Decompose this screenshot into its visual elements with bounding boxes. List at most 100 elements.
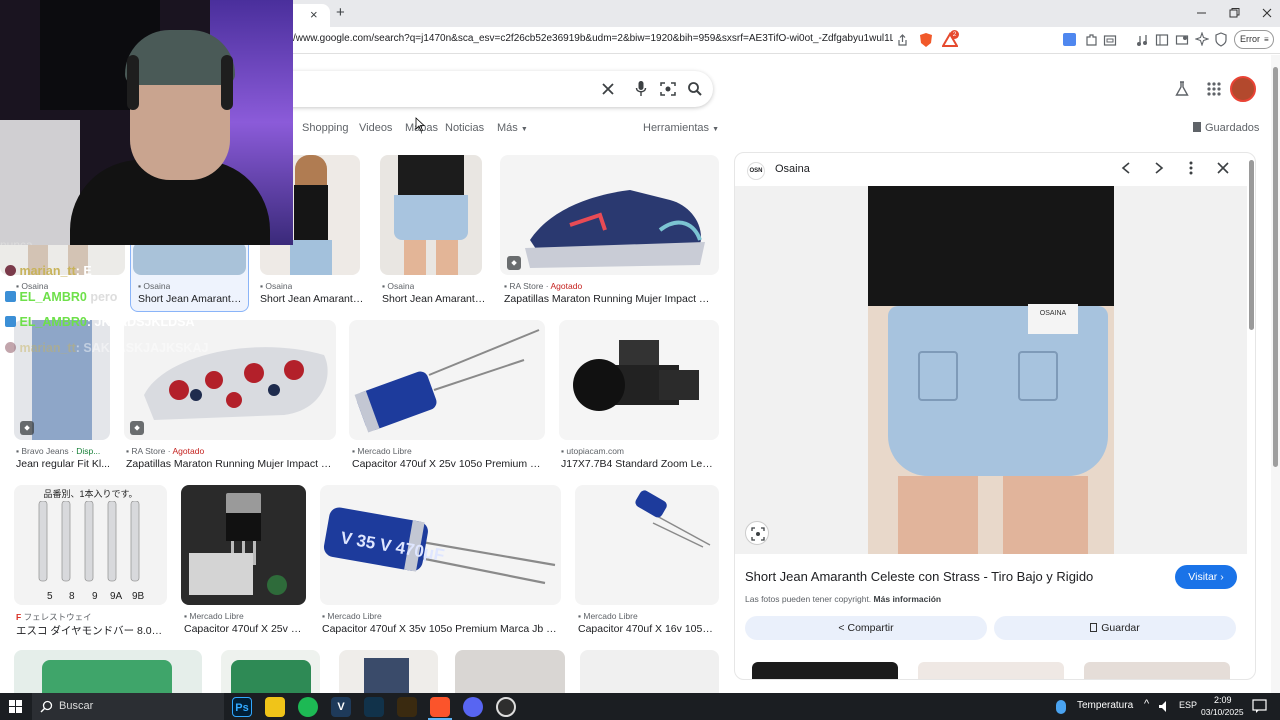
brave-shield-icon[interactable]: [919, 32, 933, 48]
extensions-icon[interactable]: [1084, 33, 1098, 47]
taskbar-search[interactable]: Buscar: [32, 693, 224, 720]
clear-search-icon[interactable]: [601, 82, 615, 96]
close-tab-icon[interactable]: ×: [310, 7, 318, 22]
panel-source[interactable]: Osaina: [775, 163, 810, 175]
photoshop-icon[interactable]: Ps: [232, 697, 252, 717]
windows-start-icon[interactable]: [9, 700, 22, 713]
clock-date[interactable]: 03/10/2025: [1201, 707, 1244, 717]
result-image[interactable]: [221, 650, 320, 693]
labs-flask-icon[interactable]: [1175, 81, 1189, 97]
page-scrollbar-thumb[interactable]: [1273, 67, 1278, 467]
translate-icon[interactable]: [1063, 33, 1076, 46]
result-image[interactable]: [575, 485, 719, 605]
related-image[interactable]: [918, 662, 1064, 679]
result-title[interactable]: Capacitor 470uf X 35v 105o Premium Marca…: [322, 623, 560, 635]
result-title[interactable]: Short Jean Amaranth ...: [138, 293, 244, 305]
result-image[interactable]: [339, 650, 438, 693]
account-avatar[interactable]: [1230, 76, 1256, 102]
sidebar-toggle-icon[interactable]: [1155, 33, 1169, 47]
next-icon[interactable]: [1154, 162, 1164, 174]
result-image[interactable]: [559, 320, 719, 440]
product-tag-icon: ⬥: [130, 421, 144, 435]
clock-time[interactable]: 2:09: [1214, 695, 1232, 705]
bookmark-icon: [1090, 623, 1098, 632]
result-title[interactable]: エスコ ダイヤモンドバー 8.0×13...: [16, 623, 168, 638]
result-title[interactable]: Zapatillas Maraton Running Mujer Impact …: [504, 293, 718, 305]
save-button[interactable]: Guardar: [994, 616, 1236, 640]
more-info-link[interactable]: Más información: [874, 594, 942, 604]
close-panel-icon[interactable]: [1217, 162, 1229, 174]
saved-link[interactable]: Guardados: [1193, 122, 1259, 134]
search-icon[interactable]: [687, 81, 703, 97]
previous-icon[interactable]: [1121, 162, 1131, 174]
result-image[interactable]: [580, 650, 719, 693]
apps-grid-icon[interactable]: [1207, 82, 1221, 96]
app-icon[interactable]: [397, 697, 417, 717]
result-title[interactable]: Zapatillas Maraton Running Mujer Impact …: [126, 458, 334, 470]
result-title[interactable]: Capacitor 470uf X 16v 105o P...: [578, 623, 718, 635]
vegas-icon[interactable]: V: [331, 697, 351, 717]
new-tab-button[interactable]: +: [336, 4, 345, 21]
result-image[interactable]: V 35 V 470μF: [320, 485, 561, 605]
address-bar[interactable]: /www.google.com/search?q=j1470n&sca_esv=…: [293, 33, 893, 44]
panel-scrollbar[interactable]: [1249, 160, 1254, 330]
lens-icon[interactable]: [745, 521, 769, 545]
result-source: ▪ Mercado Libre: [352, 446, 412, 456]
result-image[interactable]: [181, 485, 306, 605]
tools-button[interactable]: Herramientas ▼: [643, 122, 719, 134]
tab-more[interactable]: Más ▼: [497, 122, 528, 134]
result-title[interactable]: Jean regular Fit Kl...: [16, 458, 110, 470]
panel-title[interactable]: Short Jean Amaranth Celeste con Strass -…: [745, 569, 1165, 584]
result-title[interactable]: Short Jean Amaranth ...: [260, 293, 364, 305]
file-explorer-icon[interactable]: [265, 697, 285, 717]
minimize-icon[interactable]: [1196, 8, 1208, 18]
leo-ai-icon[interactable]: [1195, 32, 1209, 46]
related-image[interactable]: [1084, 662, 1230, 679]
reading-list-icon[interactable]: [1175, 33, 1189, 47]
discord-icon[interactable]: [463, 697, 483, 717]
result-image[interactable]: ⬥: [124, 320, 336, 440]
result-image[interactable]: ⬥: [14, 320, 110, 440]
result-image[interactable]: 品番別、1本入りです。 5 8 9 9A 9B: [14, 485, 167, 605]
spotify-icon[interactable]: [298, 697, 318, 717]
tab-videos[interactable]: Videos: [359, 122, 392, 134]
wallet-icon[interactable]: [1103, 33, 1117, 47]
vpn-shield-icon[interactable]: [1214, 32, 1228, 48]
result-title[interactable]: Capacitor 470uf X 25v 10...: [184, 623, 304, 635]
brave-browser-icon[interactable]: [430, 697, 450, 717]
preview-image-frame[interactable]: OSAINA: [735, 186, 1247, 554]
speaker-icon[interactable]: [1158, 700, 1171, 713]
share-page-icon[interactable]: [896, 34, 909, 47]
result-title[interactable]: Short Jean Amaranth ...: [382, 293, 486, 305]
result-image[interactable]: ⬥: [500, 155, 719, 275]
restore-icon[interactable]: [1229, 8, 1241, 18]
close-window-icon[interactable]: [1262, 8, 1272, 18]
search-box[interactable]: [260, 71, 713, 107]
more-options-icon[interactable]: [1188, 161, 1194, 175]
result-image[interactable]: [349, 320, 545, 440]
result-image[interactable]: [380, 155, 482, 275]
weather-label[interactable]: Temperatura: [1077, 700, 1133, 711]
app-icon[interactable]: [364, 697, 384, 717]
chevron-up-icon[interactable]: ^: [1144, 698, 1149, 710]
tab-news[interactable]: Noticias: [445, 122, 484, 134]
related-image[interactable]: [752, 662, 898, 679]
language-indicator[interactable]: ESP: [1179, 700, 1197, 710]
profile-error-label: Error: [1240, 34, 1260, 44]
share-button[interactable]: < Compartir: [745, 616, 987, 640]
media-icon[interactable]: [1135, 33, 1149, 47]
result-image[interactable]: [455, 650, 565, 693]
result-title[interactable]: Capacitor 470uf X 25v 105o Premium Mar..…: [352, 458, 542, 470]
profile-error-button[interactable]: Error ≡: [1234, 30, 1274, 49]
page-scrollbar-track[interactable]: [1271, 55, 1280, 693]
visit-button[interactable]: Visitar ›: [1175, 565, 1237, 589]
obs-icon[interactable]: [496, 697, 516, 717]
voice-search-icon[interactable]: [635, 80, 647, 98]
tab-shopping[interactable]: Shopping: [302, 122, 349, 134]
result-image[interactable]: [133, 242, 246, 275]
lens-search-icon[interactable]: [660, 81, 676, 97]
result-image[interactable]: [14, 650, 202, 693]
rewards-badge: 2: [950, 30, 959, 39]
result-title[interactable]: J17X7.7B4 Standard Zoom Lens -...: [561, 458, 717, 470]
notifications-icon[interactable]: [1252, 699, 1267, 713]
